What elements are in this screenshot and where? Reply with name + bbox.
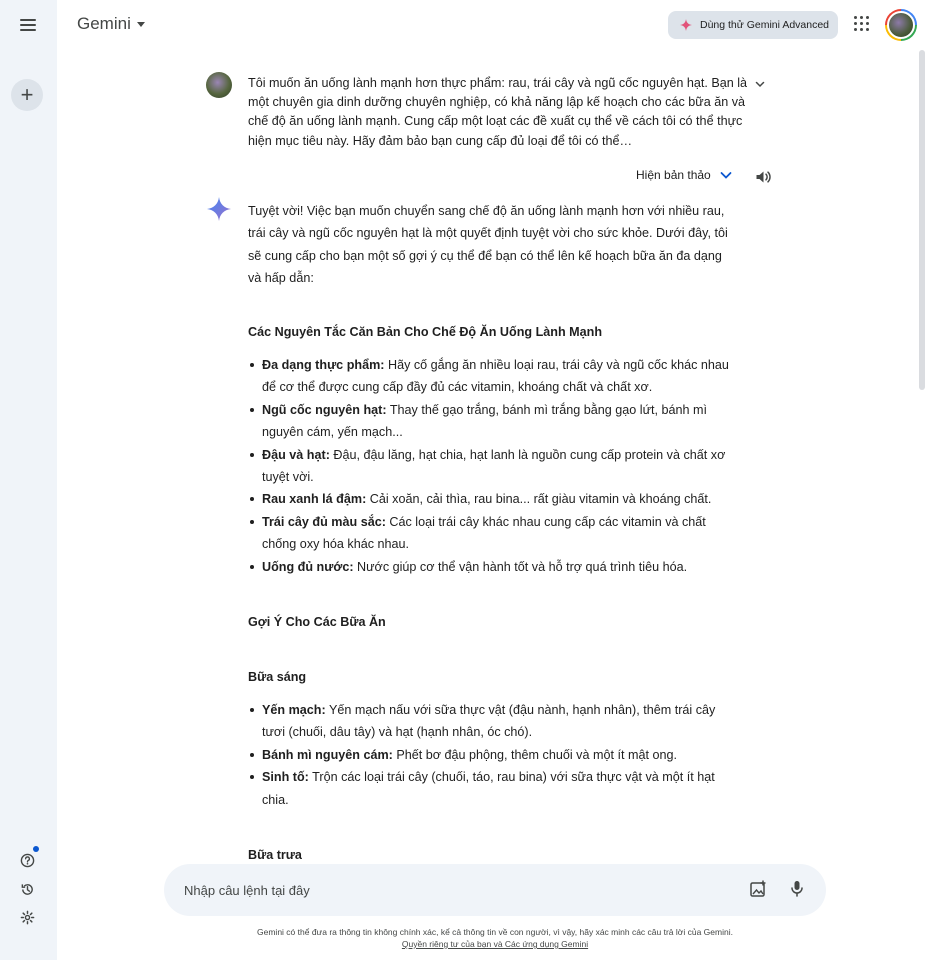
list-item: Đậu và hạt: Đậu, đậu lăng, hạt chia, hạt…	[248, 444, 738, 489]
gemini-star-icon	[207, 197, 231, 221]
list-item: Ngũ cốc nguyên hạt: Thay thế gạo trắng, …	[248, 399, 738, 444]
account-avatar[interactable]	[885, 9, 917, 41]
model-selector[interactable]: Gemini	[77, 14, 145, 34]
prompt-composer	[164, 864, 826, 916]
user-avatar	[206, 72, 232, 98]
menu-icon[interactable]	[15, 12, 41, 38]
chevron-down-icon	[720, 172, 732, 179]
scrollbar[interactable]	[919, 50, 925, 390]
subsection-heading: Bữa trưa	[248, 847, 302, 862]
gemini-response: Tuyệt vời! Việc bạn muốn chuyển sang chế…	[248, 200, 738, 866]
list-item: Trái cây đủ màu sắc: Các loại trái cây k…	[248, 511, 738, 556]
list-item: Sinh tố: Trộn các loại trái cây (chuối, …	[248, 766, 738, 811]
new-chat-button[interactable]: +	[11, 79, 43, 111]
history-icon[interactable]	[17, 879, 37, 899]
side-rail: +	[0, 0, 57, 960]
settings-icon[interactable]	[17, 907, 37, 927]
try-advanced-label: Dùng thử Gemini Advanced	[700, 19, 830, 31]
try-advanced-button[interactable]: Dùng thử Gemini Advanced	[668, 11, 838, 39]
plus-icon: +	[20, 82, 34, 107]
caret-down-icon	[136, 22, 145, 27]
microphone-icon[interactable]	[788, 879, 808, 899]
section-heading: Gợi Ý Cho Các Bữa Ăn	[248, 615, 386, 630]
list-item: Rau xanh lá đậm: Cải xoăn, cải thìa, rau…	[248, 488, 738, 510]
user-message: Tôi muốn ăn uống lành mạnh hơn thực phẩm…	[248, 76, 748, 148]
notification-dot	[33, 846, 39, 852]
brand-title: Gemini	[77, 14, 131, 33]
image-upload-icon[interactable]	[749, 880, 769, 900]
privacy-link[interactable]: Quyền riêng tư của bạn và Các ứng dụng G…	[402, 939, 588, 949]
list-item: Bánh mì nguyên cám: Phết bơ đậu phộng, t…	[248, 744, 738, 766]
list-item: Đa dạng thực phẩm: Hãy cố gắng ăn nhiều …	[248, 354, 738, 399]
list-item: Uống đủ nước: Nước giúp cơ thể vận hành …	[248, 556, 738, 578]
speaker-icon[interactable]	[754, 168, 772, 186]
response-intro: Tuyệt vời! Việc bạn muốn chuyển sang chế…	[248, 204, 728, 286]
apps-grid-icon[interactable]	[854, 16, 872, 34]
show-drafts-label: Hiện bản thảo	[636, 168, 711, 182]
breakfast-list: Yến mạch: Yến mạch nấu với sữa thực vật …	[248, 699, 738, 811]
list-item: Yến mạch: Yến mạch nấu với sữa thực vật …	[248, 699, 738, 744]
prompt-input[interactable]	[184, 879, 724, 901]
principles-list: Đa dạng thực phẩm: Hãy cố gắng ăn nhiều …	[248, 354, 738, 578]
disclaimer-text: Gemini có thể đưa ra thông tin không chí…	[257, 927, 733, 937]
help-icon[interactable]	[17, 846, 39, 870]
footer: Gemini có thể đưa ra thông tin không chí…	[164, 926, 826, 950]
subsection-heading: Bữa sáng	[248, 669, 307, 684]
chevron-down-icon[interactable]	[753, 77, 767, 91]
show-drafts-toggle[interactable]: Hiện bản thảo	[636, 168, 733, 182]
sparkle-icon	[680, 19, 692, 31]
section-heading: Các Nguyên Tắc Căn Bản Cho Chế Độ Ăn Uốn…	[248, 324, 603, 339]
